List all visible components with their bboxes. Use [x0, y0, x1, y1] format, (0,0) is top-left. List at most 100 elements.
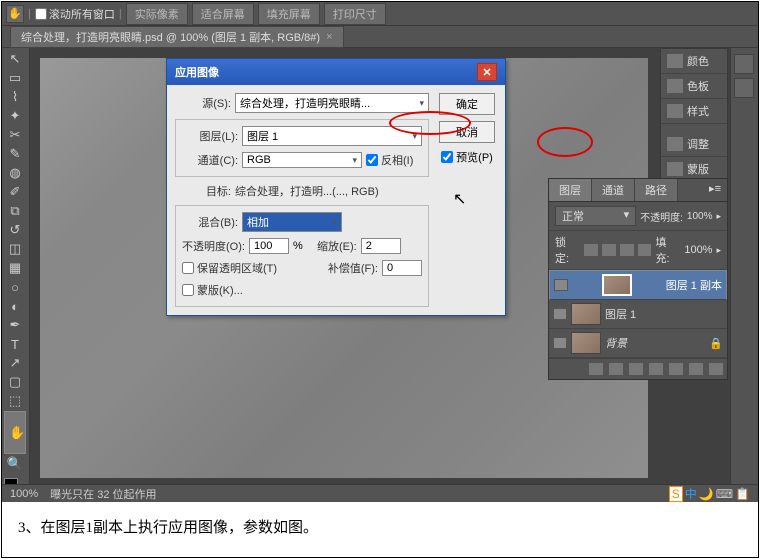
- layer-select[interactable]: 图层 1▾: [242, 126, 422, 146]
- history-brush-icon[interactable]: ↺: [4, 221, 26, 239]
- layer-name: 图层 1 副本: [666, 277, 722, 293]
- path-tool-icon[interactable]: ↗: [4, 354, 26, 372]
- panel-icon[interactable]: [734, 54, 754, 74]
- target-value: 综合处理，打造明...(..., RGB): [235, 183, 379, 199]
- fit-screen-button[interactable]: 适合屏幕: [192, 3, 254, 25]
- layer-thumbnail[interactable]: [602, 274, 632, 296]
- delete-icon[interactable]: [709, 363, 723, 375]
- tray-icon[interactable]: S: [669, 486, 683, 502]
- dodge-tool-icon[interactable]: ◐: [4, 297, 26, 315]
- link-icon[interactable]: [589, 363, 603, 375]
- invert-checkbox[interactable]: 反相(I): [366, 152, 422, 168]
- dialog-titlebar[interactable]: 应用图像 ✕: [167, 59, 505, 85]
- source-label: 源(S):: [175, 95, 231, 111]
- gradient-tool-icon[interactable]: ▦: [4, 259, 26, 277]
- heal-tool-icon[interactable]: ◍: [4, 164, 26, 182]
- blur-tool-icon[interactable]: ○: [4, 278, 26, 296]
- lock-transparency-icon[interactable]: [584, 244, 598, 256]
- blend-select[interactable]: 相加▾: [242, 212, 342, 232]
- collapsed-panels: [730, 48, 758, 502]
- close-icon[interactable]: ✕: [477, 63, 497, 81]
- lock-all-icon[interactable]: [638, 244, 652, 256]
- eraser-tool-icon[interactable]: ◫: [4, 240, 26, 258]
- fx-icon[interactable]: [609, 363, 623, 375]
- brush-tool-icon[interactable]: ✐: [4, 183, 26, 201]
- zoom-level[interactable]: 100%: [10, 488, 38, 500]
- scale-input[interactable]: [361, 238, 401, 254]
- target-label: 目标:: [175, 183, 231, 199]
- move-tool-icon[interactable]: ↖: [4, 50, 26, 68]
- tray-icon[interactable]: 📋: [735, 487, 750, 501]
- blend-mode-select[interactable]: 正常▾: [555, 206, 636, 226]
- fill-screen-button[interactable]: 填充屏幕: [258, 3, 320, 25]
- chevron-down-icon: ▾: [412, 131, 417, 142]
- pen-tool-icon[interactable]: ✒: [4, 316, 26, 334]
- lock-icon: 🔒: [709, 337, 723, 350]
- hand-tool-icon[interactable]: ✋: [6, 5, 24, 23]
- paths-tab[interactable]: 路径: [635, 179, 678, 201]
- chevron-down-icon: ▾: [419, 98, 424, 109]
- layer-thumbnail[interactable]: [571, 332, 601, 354]
- type-tool-icon[interactable]: T: [4, 335, 26, 353]
- close-tab-icon[interactable]: ×: [326, 31, 332, 43]
- color-panel-tab[interactable]: 颜色: [661, 49, 727, 74]
- layers-tab[interactable]: 图层: [549, 179, 592, 201]
- lock-position-icon[interactable]: [620, 244, 634, 256]
- source-select[interactable]: 综合处理，打造明亮眼睛...▾: [235, 93, 429, 113]
- panel-menu-icon[interactable]: ▸≡: [703, 179, 727, 201]
- document-tab[interactable]: 综合处理，打造明亮眼睛.psd @ 100% (图层 1 副本, RGB/8#)…: [10, 26, 344, 48]
- visibility-icon[interactable]: [553, 308, 567, 320]
- swatches-panel-tab[interactable]: 色板: [661, 74, 727, 99]
- preview-checkbox[interactable]: 预览(P): [441, 149, 493, 165]
- print-size-button[interactable]: 打印尺寸: [324, 3, 386, 25]
- adjustment-icon[interactable]: [649, 363, 663, 375]
- hand-tool-icon[interactable]: ✋: [4, 411, 26, 454]
- layer-row[interactable]: 图层 1: [549, 300, 727, 329]
- layer-thumbnail[interactable]: [571, 303, 601, 325]
- cancel-button[interactable]: 取消: [439, 121, 495, 143]
- new-layer-icon[interactable]: [689, 363, 703, 375]
- panel-icon[interactable]: [734, 78, 754, 98]
- chevron-down-icon: ▾: [332, 217, 337, 228]
- preserve-transparency-checkbox[interactable]: 保留透明区域(T): [182, 260, 277, 276]
- styles-panel-tab[interactable]: 样式: [661, 99, 727, 124]
- fill-value[interactable]: 100%: [684, 244, 712, 256]
- mask-checkbox[interactable]: 蒙版(K)...: [182, 282, 243, 298]
- lasso-tool-icon[interactable]: ⌇: [4, 88, 26, 106]
- status-bar: 100% 曝光只在 32 位起作用 S 中 🌙 ⌨ 📋: [2, 484, 758, 502]
- crop-tool-icon[interactable]: ✂: [4, 126, 26, 144]
- shape-tool-icon[interactable]: ▢: [4, 373, 26, 391]
- channels-tab[interactable]: 通道: [592, 179, 635, 201]
- visibility-icon[interactable]: [553, 337, 567, 349]
- tutorial-caption: 3、在图层1副本上执行应用图像，参数如图。: [2, 502, 758, 551]
- channel-select[interactable]: RGB▾: [242, 152, 362, 168]
- scroll-all-windows-checkbox[interactable]: 滚动所有窗口: [35, 6, 115, 22]
- tray-icon[interactable]: ⌨: [716, 487, 733, 501]
- chevron-down-icon: ▾: [352, 155, 357, 166]
- offset-input[interactable]: [382, 260, 422, 276]
- group-icon[interactable]: [669, 363, 683, 375]
- zoom-tool-icon[interactable]: 🔍: [4, 455, 26, 473]
- mask-icon[interactable]: [629, 363, 643, 375]
- lock-image-icon[interactable]: [602, 244, 616, 256]
- ok-button[interactable]: 确定: [439, 93, 495, 115]
- stamp-tool-icon[interactable]: ⧉: [4, 202, 26, 220]
- tray-icon[interactable]: 🌙: [699, 487, 714, 501]
- visibility-icon[interactable]: [554, 279, 568, 291]
- lock-label: 锁定:: [555, 234, 580, 266]
- 3d-tool-icon[interactable]: ⬚: [4, 392, 26, 410]
- eyedropper-tool-icon[interactable]: ✎: [4, 145, 26, 163]
- actual-pixels-button[interactable]: 实际像素: [126, 3, 188, 25]
- marquee-tool-icon[interactable]: ▭: [4, 69, 26, 87]
- layers-panel: 图层 通道 路径 ▸≡ 正常▾ 不透明度: 100%▸ 锁定: 填充: 100%…: [548, 178, 728, 380]
- layer-row[interactable]: 背景 🔒: [549, 329, 727, 358]
- layer-row[interactable]: 图层 1 副本: [549, 270, 727, 300]
- tools-palette: ↖ ▭ ⌇ ✦ ✂ ✎ ◍ ✐ ⧉ ↺ ◫ ▦ ○ ◐ ✒ T ↗ ▢ ⬚ ✋ …: [2, 48, 30, 502]
- options-bar: ✋ | 滚动所有窗口 | 实际像素 适合屏幕 填充屏幕 打印尺寸: [2, 2, 758, 26]
- opacity-unit: %: [293, 240, 303, 252]
- tray-icon[interactable]: 中: [685, 485, 697, 502]
- adjustments-panel-tab[interactable]: 调整: [661, 132, 727, 157]
- opacity-value[interactable]: 100%: [687, 211, 713, 222]
- wand-tool-icon[interactable]: ✦: [4, 107, 26, 125]
- opacity-input[interactable]: [249, 238, 289, 254]
